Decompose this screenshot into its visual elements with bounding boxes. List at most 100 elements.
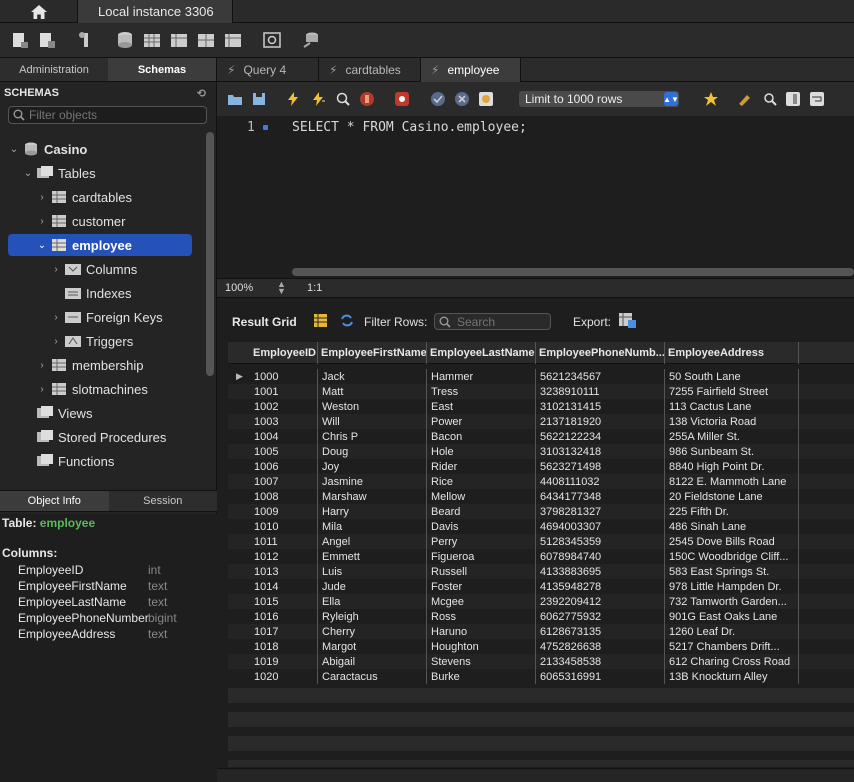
beautify-star-icon[interactable] xyxy=(703,91,719,107)
tab-employee[interactable]: ⚡ employee xyxy=(421,58,521,82)
table-cell[interactable]: 2133458538 xyxy=(536,654,665,669)
table-row[interactable]: 1015 Ella Mcgee 2392209412 732 Tamworth Gard… xyxy=(228,594,854,609)
table-cell[interactable]: 1004 xyxy=(250,429,318,444)
chevron-right-icon[interactable]: › xyxy=(36,360,48,371)
zoom-stepper-icon[interactable]: ▲ ▼ xyxy=(277,280,286,296)
table-cell[interactable]: Hole xyxy=(427,444,536,459)
column-header[interactable]: EmployeeAddress xyxy=(665,342,799,364)
autocommit-icon[interactable] xyxy=(478,91,494,107)
table-cell[interactable]: 1002 xyxy=(250,399,318,414)
chevron-down-icon[interactable]: ⌄ xyxy=(8,144,20,155)
column-header[interactable]: EmployeePhoneNumb... xyxy=(536,342,665,364)
table-cell[interactable]: 1013 xyxy=(250,564,318,579)
commit-icon[interactable] xyxy=(430,91,446,107)
table-cell[interactable]: Perry xyxy=(427,534,536,549)
search-table-data-icon[interactable] xyxy=(262,30,282,50)
table-cell[interactable]: Abigail xyxy=(318,654,427,669)
table-row[interactable]: ▶ 1000 Jack Hammer 5621234567 50 South Lane xyxy=(228,369,854,384)
table-cell[interactable]: 1015 xyxy=(250,594,318,609)
table-cell[interactable]: 8122 E. Mammoth Lane xyxy=(665,474,799,489)
create-schema-icon[interactable] xyxy=(115,30,135,50)
table-cell[interactable]: Mila xyxy=(318,519,427,534)
tree-table-customer[interactable]: › customer xyxy=(36,210,125,232)
sql-code[interactable]: SELECT * FROM Casino.employee; xyxy=(292,120,527,135)
table-row[interactable]: 1012 Emmett Figueroa 6078984740 150C Woodbri… xyxy=(228,549,854,564)
table-row[interactable]: 1019 Abigail Stevens 2133458538 612 Charing … xyxy=(228,654,854,669)
new-sql-tab-icon[interactable] xyxy=(10,30,30,50)
sql-editor[interactable]: 1 SELECT * FROM Casino.employee; xyxy=(217,116,854,278)
table-cell[interactable]: Caractacus xyxy=(318,669,427,684)
table-cell[interactable]: 1009 xyxy=(250,504,318,519)
table-cell[interactable]: Joy xyxy=(318,459,427,474)
column-header[interactable]: EmployeeLastName xyxy=(427,342,536,364)
invisible-chars-icon[interactable] xyxy=(785,91,801,107)
table-cell[interactable]: Harry xyxy=(318,504,427,519)
table-row[interactable]: 1011 Angel Perry 5128345359 2545 Dove Bills … xyxy=(228,534,854,549)
table-cell[interactable]: 1005 xyxy=(250,444,318,459)
table-row[interactable]: 1010 Mila Davis 4694003307 486 Sinah Lane xyxy=(228,519,854,534)
table-row[interactable]: 1013 Luis Russell 4133883695 583 East Spring… xyxy=(228,564,854,579)
table-cell[interactable]: 1000 xyxy=(250,369,318,384)
tree-tables-folder[interactable]: ⌄ Tables xyxy=(22,162,96,184)
table-row[interactable]: 1004 Chris P Bacon 5622122234 255A Miller St… xyxy=(228,429,854,444)
column-header[interactable]: EmployeeFirstName xyxy=(318,342,427,364)
table-cell[interactable]: 4408111032 xyxy=(536,474,665,489)
create-view-icon[interactable] xyxy=(169,30,189,50)
table-cell[interactable]: 1001 xyxy=(250,384,318,399)
table-cell[interactable]: 5128345359 xyxy=(536,534,665,549)
table-cell[interactable]: Jude xyxy=(318,579,427,594)
filter-objects-input[interactable] xyxy=(29,108,199,122)
table-cell[interactable]: Beard xyxy=(427,504,536,519)
table-cell[interactable]: Mellow xyxy=(427,489,536,504)
column-header[interactable]: EmployeeID xyxy=(250,342,318,364)
tree-functions-folder[interactable]: Functions xyxy=(34,450,114,472)
table-row[interactable]: 1007 Jasmine Rice 4408111032 8122 E. Mammoth… xyxy=(228,474,854,489)
table-cell[interactable]: East xyxy=(427,399,536,414)
table-row[interactable]: 1014 Jude Foster 4135948278 978 Little Hampd… xyxy=(228,579,854,594)
table-cell[interactable]: 5217 Chambers Drift... xyxy=(665,639,799,654)
tree-foreign-keys-folder[interactable]: › Foreign Keys xyxy=(50,306,162,328)
table-cell[interactable]: 1008 xyxy=(250,489,318,504)
table-cell[interactable]: Bacon xyxy=(427,429,536,444)
tab-object-info[interactable]: Object Info xyxy=(0,491,109,511)
tree-stored-procedures-folder[interactable]: Stored Procedures xyxy=(34,426,166,448)
table-cell[interactable]: 5623271498 xyxy=(536,459,665,474)
table-cell[interactable]: Doug xyxy=(318,444,427,459)
reconnect-icon[interactable] xyxy=(301,30,321,50)
table-row[interactable]: 1005 Doug Hole 3103132418 986 Sunbeam St. xyxy=(228,444,854,459)
create-table-icon[interactable] xyxy=(142,30,162,50)
table-row[interactable]: 1003 Will Power 2137181920 138 Victoria Road xyxy=(228,414,854,429)
table-row[interactable]: 1020 Caractacus Burke 6065316991 13B Knocktu… xyxy=(228,669,854,684)
chevron-right-icon[interactable]: › xyxy=(50,312,62,323)
table-cell[interactable]: Davis xyxy=(427,519,536,534)
table-cell[interactable]: 486 Sinah Lane xyxy=(665,519,799,534)
table-cell[interactable]: 6078984740 xyxy=(536,549,665,564)
table-cell[interactable]: 1018 xyxy=(250,639,318,654)
brush-icon[interactable] xyxy=(737,91,753,107)
table-cell[interactable]: Russell xyxy=(427,564,536,579)
table-cell[interactable]: Haruno xyxy=(427,624,536,639)
table-cell[interactable]: 4133883695 xyxy=(536,564,665,579)
chevron-right-icon[interactable]: › xyxy=(50,336,62,347)
table-cell[interactable]: 7255 Fairfield Street xyxy=(665,384,799,399)
table-cell[interactable]: 978 Little Hampden Dr. xyxy=(665,579,799,594)
table-row[interactable]: 1016 Ryleigh Ross 6062775932 901G East Oaks … xyxy=(228,609,854,624)
table-cell[interactable]: 4752826638 xyxy=(536,639,665,654)
tree-scrollbar[interactable] xyxy=(206,132,214,376)
chevron-right-icon[interactable]: › xyxy=(36,384,48,395)
tree-table-cardtables[interactable]: › cardtables xyxy=(36,186,132,208)
table-cell[interactable]: Rider xyxy=(427,459,536,474)
chevron-right-icon[interactable]: › xyxy=(50,264,62,275)
table-cell[interactable]: Power xyxy=(427,414,536,429)
stop-icon[interactable] xyxy=(359,91,375,107)
table-cell[interactable]: 2545 Dove Bills Road xyxy=(665,534,799,549)
table-cell[interactable]: Rice xyxy=(427,474,536,489)
table-cell[interactable]: Tress xyxy=(427,384,536,399)
save-icon[interactable] xyxy=(251,91,267,107)
table-cell[interactable]: 2137181920 xyxy=(536,414,665,429)
editor-horizontal-scrollbar[interactable] xyxy=(292,268,854,276)
tree-table-employee[interactable]: ⌄ employee xyxy=(8,234,192,256)
table-cell[interactable]: 3798281327 xyxy=(536,504,665,519)
tab-administration[interactable]: Administration xyxy=(0,58,108,81)
table-row[interactable]: 1006 Joy Rider 5623271498 8840 High Point Dr… xyxy=(228,459,854,474)
